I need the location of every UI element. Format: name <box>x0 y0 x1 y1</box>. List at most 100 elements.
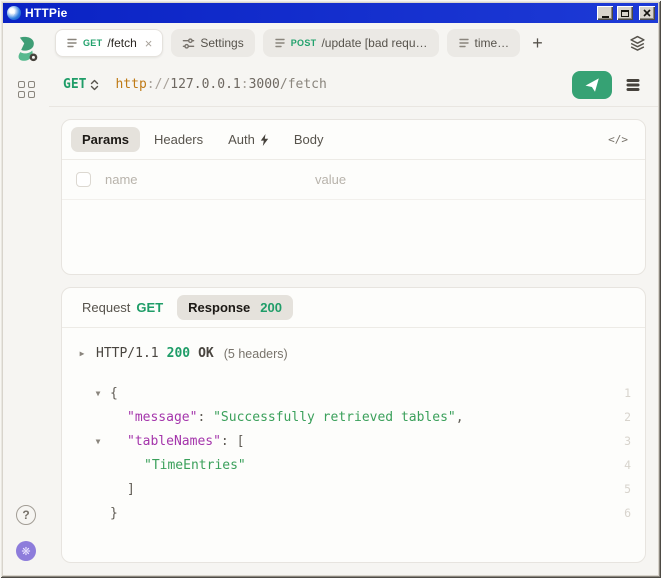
json-line: } 6 <box>92 501 631 525</box>
tab-auth-label: Auth <box>228 132 255 147</box>
json-key: "message" <box>127 410 197 425</box>
request-toggle-method: GET <box>136 300 163 315</box>
response-card-header: Request GET Response 200 <box>62 288 645 328</box>
tab-label: /update [bad requ… <box>321 36 427 50</box>
tab-get-fetch[interactable]: GET /fetch × <box>55 29 163 57</box>
tab-settings[interactable]: Settings <box>171 29 254 57</box>
json-line: ] 5 <box>92 477 631 501</box>
window-title: HTTPie <box>25 6 593 20</box>
request-icon <box>274 37 286 49</box>
paper-plane-icon <box>584 77 600 93</box>
line-number: 6 <box>615 506 631 520</box>
main-panel: GET /fetch × Settings POST /update [bad … <box>49 23 658 575</box>
minimize-button[interactable] <box>597 6 613 20</box>
json-brace: { <box>110 386 118 401</box>
http-status-code: 200 <box>167 346 190 361</box>
url-path: /fetch <box>280 77 327 92</box>
tab-auth[interactable]: Auth <box>217 127 280 152</box>
json-line: ▼ { 1 <box>92 381 631 405</box>
line-number: 4 <box>615 458 631 472</box>
minimize-icon <box>602 16 609 18</box>
param-checkbox[interactable] <box>76 172 91 187</box>
json-key: "tableNames" <box>127 434 221 449</box>
tab-headers[interactable]: Headers <box>143 127 214 152</box>
request-icon <box>66 37 78 49</box>
environment-button[interactable] <box>622 74 644 96</box>
sliders-icon <box>182 37 195 50</box>
tab-stack-button[interactable] <box>627 33 648 54</box>
lightning-icon <box>260 134 269 146</box>
close-icon <box>643 9 651 17</box>
url-scheme: http <box>115 77 146 92</box>
json-bracket: ] <box>127 482 135 497</box>
param-name-input[interactable] <box>105 172 301 187</box>
json-colon: : <box>197 410 213 425</box>
tab-params[interactable]: Params <box>71 127 140 152</box>
line-number: 2 <box>615 410 631 424</box>
http-status-reason: OK <box>198 346 214 361</box>
json-brace: } <box>110 506 118 521</box>
httpie-window-icon <box>7 6 21 20</box>
chevron-up-down-icon <box>90 79 99 91</box>
tab-label: /fetch <box>107 36 136 50</box>
code-view-toggle[interactable]: </> <box>600 129 636 150</box>
grid-square <box>18 81 25 88</box>
param-value-input[interactable] <box>315 172 631 187</box>
app-window: HTTPie ? ❋ <box>0 0 661 578</box>
collections-grid-button[interactable] <box>18 81 35 98</box>
method-select[interactable]: GET <box>63 77 99 92</box>
json-comma: , <box>456 410 464 425</box>
tab-strip: GET /fetch × Settings POST /update [bad … <box>49 23 658 63</box>
collapse-icon[interactable]: ▼ <box>92 437 104 446</box>
url-input[interactable]: http://127.0.0.1:3000/fetch <box>115 77 562 92</box>
tab-time[interactable]: time… <box>447 29 521 57</box>
app-body: ? ❋ GET /fetch × Settings <box>3 23 658 575</box>
request-view-toggle[interactable]: Request GET <box>71 295 174 320</box>
user-avatar[interactable]: ❋ <box>16 541 36 561</box>
method-label: GET <box>63 77 86 92</box>
content-area: Params Headers Auth Body </> <box>49 107 658 575</box>
help-button[interactable]: ? <box>16 505 36 525</box>
response-status-badge: 200 <box>260 300 282 315</box>
http-protocol: HTTP/1.1 <box>96 346 159 361</box>
tab-close-icon[interactable]: × <box>145 37 153 50</box>
grid-square <box>18 91 25 98</box>
json-string: "TimeEntries" <box>144 458 246 473</box>
layers-icon <box>629 35 646 52</box>
request-options-tabs: Params Headers Auth Body </> <box>62 120 645 160</box>
close-button[interactable] <box>639 6 655 20</box>
param-row <box>62 160 645 200</box>
params-empty-area <box>62 200 645 274</box>
grid-square <box>28 81 35 88</box>
maximize-button[interactable] <box>617 6 633 20</box>
maximize-icon <box>621 10 629 17</box>
response-body: ▶ HTTP/1.1 200 OK (5 headers) ▼ { 1 <box>62 328 645 562</box>
new-tab-button[interactable]: + <box>528 34 547 52</box>
grid-square <box>28 91 35 98</box>
tab-label: time… <box>475 36 510 50</box>
request-toggle-label: Request <box>82 300 130 315</box>
line-number: 3 <box>615 434 631 448</box>
url-host: 127.0.0.1 <box>170 77 240 92</box>
response-view-toggle[interactable]: Response 200 <box>177 295 293 320</box>
json-colon: : <box>221 434 237 449</box>
url-port-separator: : <box>241 77 249 92</box>
json-line: "TimeEntries" 4 <box>92 453 631 477</box>
title-bar[interactable]: HTTPie <box>3 3 658 23</box>
headers-count-note: (5 headers) <box>224 347 288 361</box>
json-string: "Successfully retrieved tables" <box>213 410 456 425</box>
tab-body[interactable]: Body <box>283 127 335 152</box>
collapse-icon[interactable]: ▶ <box>76 349 88 358</box>
tab-label: Settings <box>200 36 243 50</box>
stack-icon <box>624 76 642 94</box>
line-number: 5 <box>615 482 631 496</box>
json-viewer: ▼ { 1 "message" : "Successfully retrieve… <box>74 381 631 525</box>
send-button[interactable] <box>572 71 612 99</box>
tab-method: POST <box>291 38 317 48</box>
json-bracket: [ <box>237 434 245 449</box>
sidebar: ? ❋ <box>3 23 49 575</box>
tab-post-update[interactable]: POST /update [bad requ… <box>263 29 439 57</box>
line-number: 1 <box>615 386 631 400</box>
tab-method: GET <box>83 38 102 48</box>
collapse-icon[interactable]: ▼ <box>92 389 104 398</box>
